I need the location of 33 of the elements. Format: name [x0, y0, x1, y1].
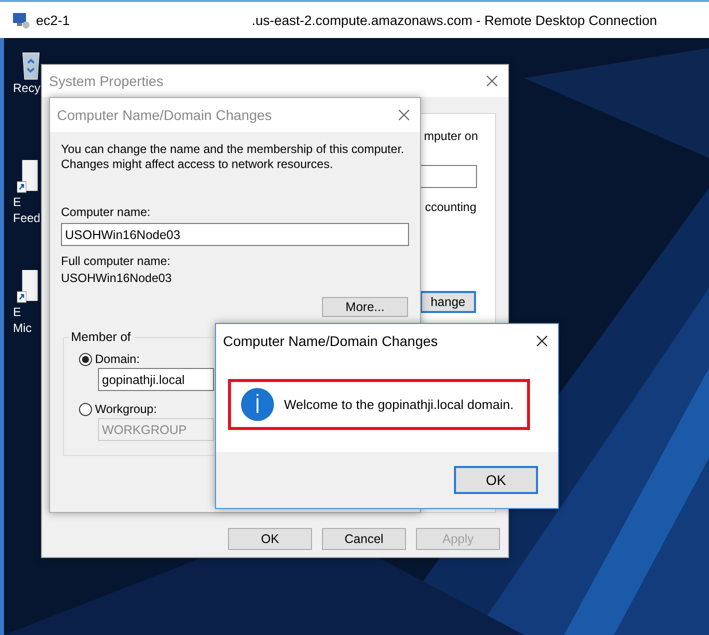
desktop-icon-label[interactable]: E — [13, 304, 22, 320]
input-field[interactable]: USOHWin16Node03 — [61, 223, 409, 246]
dialog-title: Computer Name/Domain Changes — [57, 107, 272, 123]
more-button[interactable]: More... — [322, 297, 408, 317]
input-field[interactable] — [420, 165, 477, 188]
input-field[interactable]: gopinathji.local — [98, 368, 214, 391]
field-label: Computer name: — [61, 205, 150, 219]
remote-desktop-icon — [12, 11, 30, 29]
description-text: You can change the name and the membership of this computer. Changes might affect access to network resources. — [61, 142, 404, 172]
description-text: ccounting — [425, 200, 476, 214]
desktop-icon-label[interactable]: Mic — [13, 320, 32, 336]
window-title: .us-east-2.compute.amazonaws.com - Remote Desktop Connection — [252, 12, 657, 28]
desktop-icon-label[interactable]: E — [13, 194, 22, 210]
group-label: Member of — [69, 330, 133, 344]
window-title: ec2-1 — [36, 12, 70, 28]
info-icon — [241, 388, 274, 421]
ok-button[interactable]: OK — [454, 466, 538, 494]
close-icon[interactable] — [536, 335, 548, 347]
description-text: mputer on — [424, 129, 478, 143]
shortcut-file-icon[interactable] — [17, 160, 39, 194]
shortcut-file-icon[interactable] — [17, 270, 39, 304]
desktop-icon-label[interactable]: Feed — [13, 210, 40, 226]
radio-label[interactable]: Domain: — [95, 352, 140, 366]
desktop-icon-label[interactable]: Recy — [13, 80, 40, 96]
full-name-text: USOHWin16Node03 — [61, 271, 172, 285]
dialog-title: System Properties — [49, 73, 164, 89]
dialog-button[interactable]: Cancel — [322, 528, 406, 550]
field-label: Full computer name: — [61, 254, 170, 268]
message-text: Welcome to the gopinathji.local domain. — [284, 397, 514, 412]
radio-button[interactable] — [79, 352, 92, 366]
dialog-title: Computer Name/Domain Changes — [223, 333, 438, 349]
dialog-button[interactable]: OK — [228, 528, 312, 550]
change-button[interactable]: hange — [420, 291, 476, 313]
